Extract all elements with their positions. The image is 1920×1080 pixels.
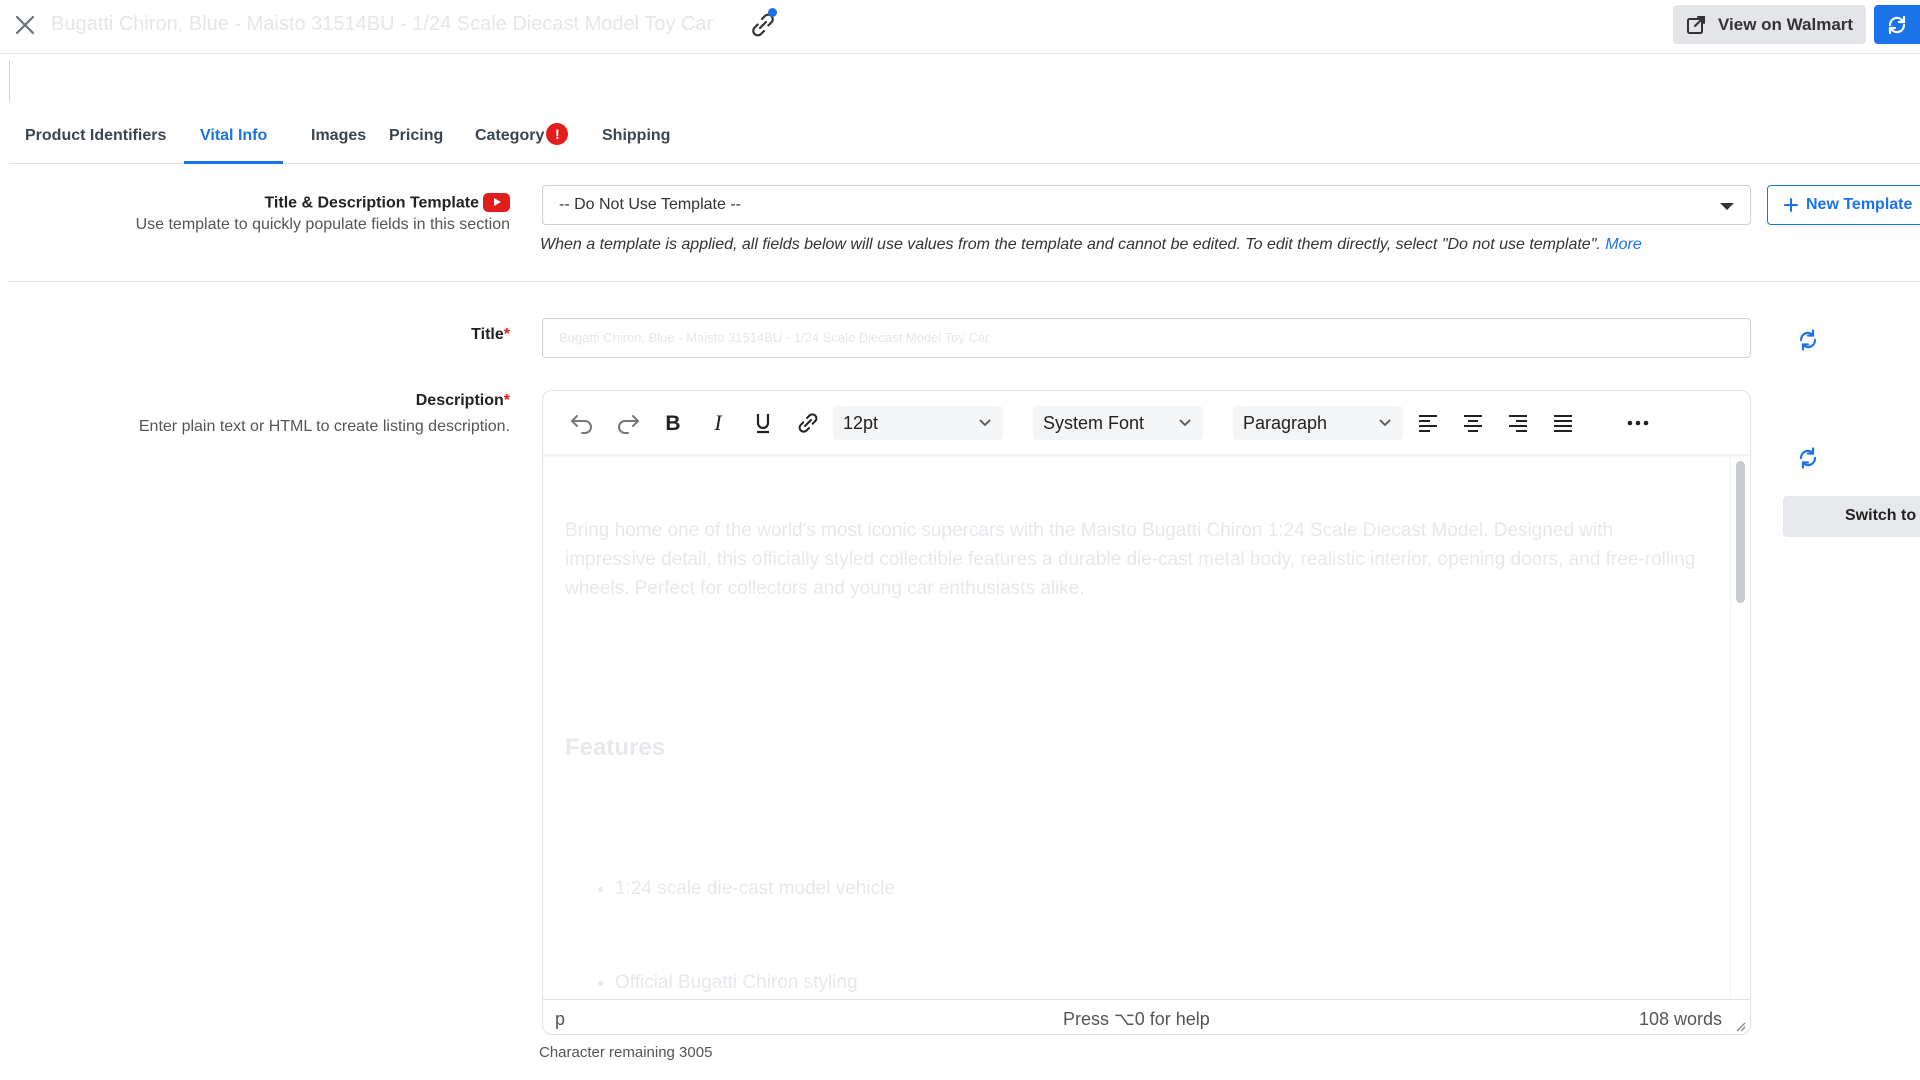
required-mark: * [503, 326, 510, 343]
underline-button[interactable] [748, 408, 778, 438]
template-selected-value: -- Do Not Use Template -- [559, 196, 741, 213]
close-button[interactable] [12, 12, 38, 38]
resize-handle-icon[interactable] [1734, 1020, 1746, 1032]
new-template-label: New Template [1806, 196, 1913, 213]
tab-shipping[interactable]: Shipping [586, 114, 686, 164]
plus-icon [1784, 198, 1798, 212]
product-title-heading: Bugatti Chiron, Blue - Maisto 31514BU - … [51, 13, 714, 35]
align-justify-button[interactable] [1548, 408, 1578, 438]
template-label-row: Title & Description Template [264, 193, 510, 213]
font-family-select[interactable]: System Font [1033, 406, 1203, 440]
undo-button[interactable] [567, 408, 597, 438]
font-size-select[interactable]: 12pt [833, 406, 1003, 440]
more-button[interactable] [1623, 408, 1653, 438]
description-label-text: Description [415, 392, 504, 409]
editor-content[interactable]: Bring home one of the world's most iconi… [543, 454, 1729, 999]
chevron-down-icon [979, 419, 991, 427]
tab-images[interactable]: Images [295, 114, 382, 164]
svg-text:I: I [713, 410, 723, 435]
features-list: 1:24 scale die-cast model vehicle Offici… [565, 878, 1707, 994]
italic-button[interactable]: I [703, 408, 733, 438]
align-justify-icon [1554, 415, 1572, 432]
description-editor: B I 12pt System Font Paragraph Bring hom… [542, 390, 1751, 1035]
title-label: Title* [471, 326, 510, 344]
align-center-icon [1464, 415, 1482, 432]
external-link-icon [1687, 15, 1705, 34]
sync-button[interactable] [1874, 5, 1920, 44]
template-note: When a template is applied, all fields b… [540, 236, 1642, 254]
description-paragraph: Bring home one of the world's most iconi… [565, 520, 1696, 599]
required-mark: * [503, 392, 510, 409]
undo-icon [571, 415, 592, 434]
link-icon [798, 413, 818, 433]
editor-scrollbar[interactable] [1730, 454, 1750, 999]
tab-vital-info[interactable]: Vital Info [184, 114, 284, 164]
element-path[interactable]: p [555, 1009, 565, 1030]
close-icon [15, 15, 35, 35]
help-hint: Press ⌥0 for help [1063, 1009, 1210, 1029]
scrollbar-thumb[interactable] [1736, 461, 1745, 603]
font-size-value: 12pt [843, 413, 879, 433]
template-select[interactable]: -- Do Not Use Template -- [542, 185, 1751, 225]
top-bar: Bugatti Chiron, Blue - Maisto 31514BU - … [0, 0, 1920, 54]
error-marker [9, 60, 10, 102]
block-format-value: Paragraph [1243, 413, 1328, 433]
redo-button[interactable] [613, 408, 643, 438]
features-heading: Features [565, 734, 666, 761]
list-item: 1:24 scale die-cast model vehicle [615, 878, 1707, 900]
chevron-down-icon [1379, 419, 1391, 427]
description-help-text: Enter plain text or HTML to create listi… [138, 418, 510, 435]
chevron-down-icon [1179, 419, 1191, 427]
character-remaining: Character remaining 3005 [539, 1044, 713, 1061]
align-center-button[interactable] [1458, 408, 1488, 438]
template-note-text: When a template is applied, all fields b… [540, 236, 1601, 253]
align-right-icon [1509, 415, 1527, 432]
editor-toolbar: B I 12pt System Font Paragraph [543, 391, 1750, 454]
bold-icon: B [665, 412, 680, 435]
view-on-walmart-label: View on Walmart [1718, 14, 1854, 34]
redo-icon [618, 415, 639, 434]
description-label: Description* [416, 392, 510, 410]
switch-to-html-button[interactable]: Switch to HTML [1783, 496, 1920, 537]
section-divider [9, 281, 1920, 282]
sync-icon [1888, 15, 1906, 34]
template-help-text: Use template to quickly populate fields … [135, 216, 510, 233]
editor-statusbar: p Press ⌥0 for help 108 words [543, 999, 1750, 1034]
tab-category-label: Category [475, 127, 545, 144]
svg-text:B: B [665, 412, 680, 435]
align-right-button[interactable] [1503, 408, 1533, 438]
template-more-link[interactable]: More [1605, 236, 1641, 253]
tab-pricing[interactable]: Pricing [373, 114, 459, 164]
italic-icon: I [713, 410, 723, 435]
insert-link-button[interactable] [793, 408, 823, 438]
tab-category[interactable]: Category! [459, 114, 584, 164]
new-template-button[interactable]: New Template [1767, 185, 1920, 225]
list-item: Official Bugatti Chiron styling [615, 972, 1707, 994]
align-left-button[interactable] [1413, 408, 1443, 438]
refresh-icon[interactable] [1796, 328, 1820, 352]
title-label-text: Title [471, 326, 504, 343]
word-count[interactable]: 108 words [1639, 1009, 1722, 1030]
category-error-badge: ! [546, 122, 569, 145]
tab-bar: Product Identifiers Vital Info Images Pr… [9, 114, 1920, 164]
more-icon [1627, 420, 1649, 426]
template-label: Title & Description Template [264, 194, 479, 212]
youtube-icon[interactable] [483, 193, 510, 212]
refresh-icon[interactable] [1796, 446, 1820, 470]
underline-icon [756, 414, 770, 434]
font-family-value: System Font [1043, 413, 1145, 433]
align-left-icon [1419, 415, 1437, 432]
block-format-select[interactable]: Paragraph [1233, 406, 1403, 440]
chevron-down-icon [1720, 203, 1734, 210]
notification-dot [768, 8, 777, 17]
title-input[interactable]: Bugatti Chiron, Blue - Maisto 31514BU - … [542, 318, 1751, 358]
view-on-walmart-button[interactable]: View on Walmart [1673, 5, 1866, 44]
tab-product-identifiers[interactable]: Product Identifiers [9, 114, 182, 164]
bold-button[interactable]: B [658, 408, 688, 438]
